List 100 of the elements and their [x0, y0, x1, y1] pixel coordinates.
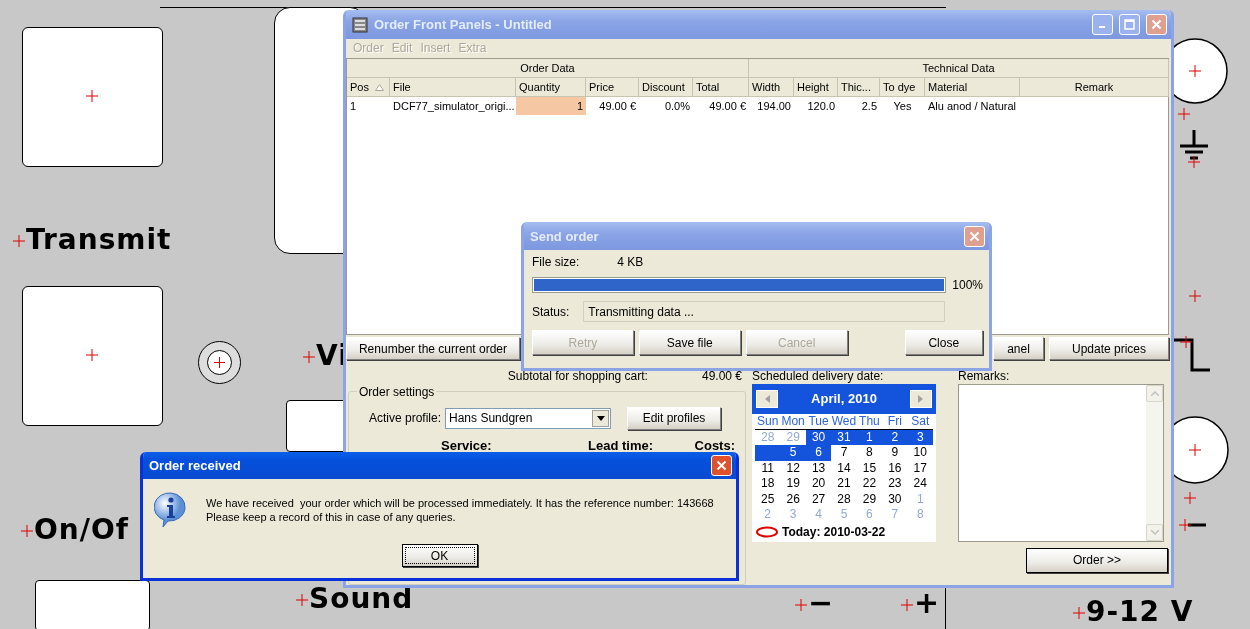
- calendar-day[interactable]: 19: [780, 476, 806, 492]
- calendar-day[interactable]: 30: [882, 492, 908, 508]
- calendar-day[interactable]: 6: [805, 445, 832, 461]
- dialog-button[interactable]: Close: [904, 330, 983, 355]
- weekday-label: Sun: [755, 414, 781, 430]
- column-header[interactable]: Height: [794, 78, 838, 98]
- close-button[interactable]: [711, 455, 732, 476]
- calendar-day[interactable]: 12: [780, 461, 806, 477]
- minimize-button[interactable]: [1092, 14, 1113, 36]
- column-header[interactable]: Total: [693, 78, 749, 98]
- crosshair-mark: [13, 235, 25, 248]
- panel-button[interactable]: anel: [993, 337, 1044, 361]
- close-button[interactable]: [964, 225, 985, 247]
- dropdown-arrow-icon: [596, 416, 605, 421]
- edit-profiles-button[interactable]: Edit profiles: [627, 407, 722, 430]
- panel-label: 9-12 V: [1086, 598, 1194, 626]
- scroll-down-icon: [1150, 530, 1159, 535]
- calendar-day[interactable]: 22: [856, 476, 883, 492]
- remarks-field[interactable]: [958, 384, 1164, 542]
- calendar-day[interactable]: 28: [831, 492, 857, 508]
- column-header[interactable]: Quantity: [516, 78, 586, 98]
- calendar-day[interactable]: 8: [856, 445, 883, 461]
- calendar-day[interactable]: 15: [856, 461, 883, 477]
- calendar-day[interactable]: 10: [907, 445, 933, 461]
- table-cell-text: 49.00 €: [598, 99, 637, 115]
- column-header[interactable]: Price: [586, 78, 639, 98]
- close-button[interactable]: [1146, 14, 1167, 36]
- table-cell-text: 0.0%: [663, 99, 691, 115]
- column-header[interactable]: To dye: [880, 78, 925, 98]
- previous-month-button[interactable]: [756, 390, 778, 408]
- column-header[interactable]: Width: [749, 78, 794, 98]
- weekday-label: Wed: [831, 414, 857, 430]
- crosshair-mark: [1189, 290, 1201, 302]
- minus-symbol-icon: [1178, 518, 1208, 532]
- calendar-day[interactable]: 21: [831, 476, 857, 492]
- calendar-day[interactable]: 24: [907, 476, 933, 492]
- update-prices-button[interactable]: Update prices: [1049, 337, 1169, 361]
- crosshair-mark: [901, 598, 913, 611]
- remarks-label: Remarks:: [958, 369, 1011, 383]
- column-header[interactable]: Pos: [347, 78, 390, 98]
- crosshair-mark: [296, 594, 308, 607]
- calendar-day[interactable]: 25: [755, 492, 781, 508]
- order-button[interactable]: Order >>: [1026, 548, 1168, 573]
- scrollbar[interactable]: [1146, 385, 1163, 541]
- right-arrow-icon: [918, 395, 924, 403]
- profile-dropdown[interactable]: Hans Sundgren: [445, 408, 612, 429]
- calendar-day[interactable]: 17: [907, 461, 933, 477]
- window-title: Send order: [530, 228, 600, 244]
- calendar-day[interactable]: 29: [856, 492, 883, 508]
- maximize-button[interactable]: [1119, 14, 1140, 36]
- crosshair-mark: [21, 525, 33, 538]
- profile-label: Active profile:: [369, 411, 442, 426]
- column-header[interactable]: Discount: [639, 78, 693, 98]
- crosshair-mark: [85, 349, 98, 361]
- renumber-button[interactable]: Renumber the current order: [346, 337, 520, 361]
- table-cell-text: 2.5: [860, 99, 878, 115]
- message-text: Please keep a record of this in case of any queries.: [206, 510, 457, 524]
- calendar-day[interactable]: 7: [831, 445, 857, 461]
- weekday-label: Thu: [856, 414, 883, 430]
- weekday-label: Sat: [907, 414, 933, 430]
- calendar-day[interactable]: 18: [755, 476, 781, 492]
- crosshair-mark: [303, 351, 315, 364]
- group-title: Order settings: [358, 385, 436, 399]
- column-header[interactable]: Thic...: [838, 78, 880, 98]
- crosshair-mark: [795, 598, 807, 611]
- calendar-day[interactable]: 14: [831, 461, 857, 477]
- calendar-day[interactable]: 9: [882, 445, 908, 461]
- table-cell-text: Alu anod / Natural: [927, 99, 1018, 115]
- crosshair-mark: [85, 90, 98, 102]
- calendar-day[interactable]: 16: [882, 461, 908, 477]
- panel-outline: [944, 585, 947, 629]
- crosshair-mark: [1178, 108, 1190, 120]
- file-size-label: File size:: [532, 255, 580, 269]
- delivery-date-label: Scheduled delivery date:: [752, 369, 885, 383]
- subtotal-label: Subtotal for shopping cart:: [507, 369, 648, 383]
- calendar-day[interactable]: 27: [805, 492, 832, 508]
- column-group-header: Order Data: [347, 59, 749, 79]
- calendar-day[interactable]: 23: [882, 476, 908, 492]
- close-icon: [1151, 19, 1162, 31]
- column-header[interactable]: Material: [925, 78, 1020, 98]
- column-header[interactable]: File: [390, 78, 516, 98]
- calendar-day[interactable]: 26: [780, 492, 806, 508]
- app-icon: [352, 16, 368, 33]
- window-title: Order Front Panels - Untitled: [374, 17, 553, 33]
- today-label[interactable]: Today: 2010-03-22: [782, 525, 886, 539]
- info-icon: [154, 492, 188, 528]
- calendar-day[interactable]: 20: [805, 476, 832, 492]
- calendar-day[interactable]: 5: [780, 445, 806, 461]
- today-marker-icon: [755, 526, 779, 538]
- calendar-day[interactable]: 13: [805, 461, 832, 477]
- calendar-day[interactable]: 11: [755, 461, 781, 477]
- table-cell-text: Yes: [892, 99, 913, 115]
- pulse-symbol-icon: [1172, 336, 1212, 374]
- next-month-button[interactable]: [910, 390, 932, 408]
- table-cell-text: 120.0: [806, 99, 836, 115]
- panel-label: Transmit: [26, 226, 172, 254]
- column-header[interactable]: Remark: [1020, 78, 1169, 98]
- table-cell: 1: [516, 97, 586, 116]
- dialog-button[interactable]: Save file: [638, 330, 741, 355]
- ok-button[interactable]: OK: [401, 544, 478, 567]
